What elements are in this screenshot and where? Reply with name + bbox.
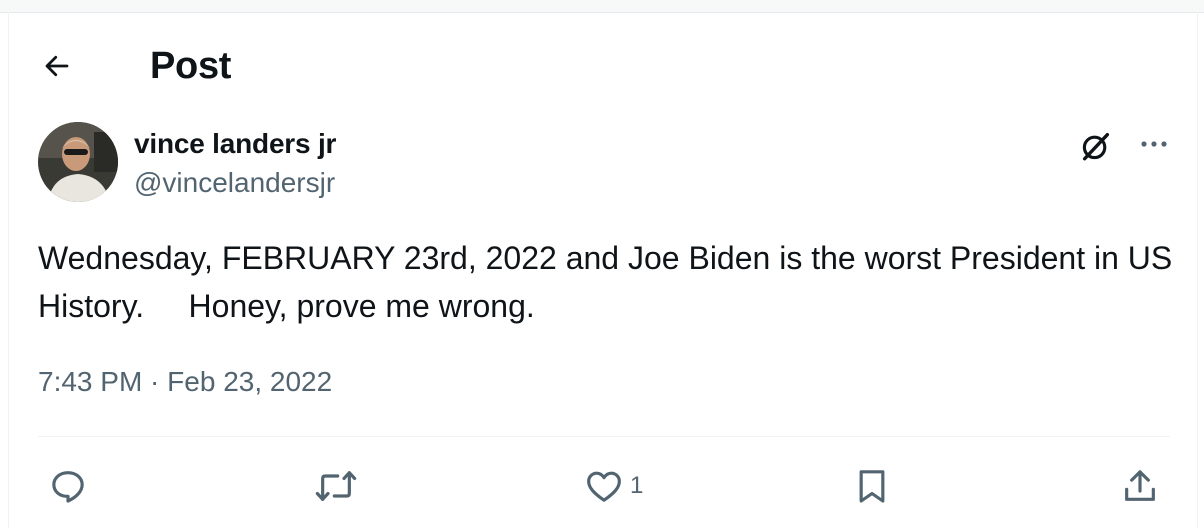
more-options-button[interactable] [1134, 124, 1174, 164]
repost-button[interactable] [314, 464, 358, 508]
meta-separator: · [142, 366, 168, 397]
divider [38, 436, 1170, 437]
grok-icon [1082, 132, 1110, 161]
more-dots-icon [1141, 141, 1167, 147]
avatar[interactable] [38, 122, 118, 202]
heart-icon [587, 471, 621, 502]
repost-icon [315, 471, 357, 501]
post-text: Wednesday, FEBRUARY 23rd, 2022 and Joe B… [38, 240, 1182, 324]
bookmark-button[interactable] [852, 464, 892, 508]
grok-button[interactable] [1076, 126, 1116, 166]
post-date[interactable]: Feb 23, 2022 [167, 366, 332, 397]
back-arrow-icon [45, 55, 69, 77]
avatar-image [38, 122, 118, 202]
post-timestamp: 7:43 PM · Feb 23, 2022 [38, 364, 332, 400]
reply-button[interactable] [48, 464, 88, 508]
post-time[interactable]: 7:43 PM [38, 366, 142, 397]
back-button[interactable] [34, 46, 80, 86]
like-button[interactable]: 1 [584, 464, 643, 508]
bookmark-icon [859, 470, 885, 503]
author-handle[interactable]: @vincelandersjr [134, 166, 335, 200]
author-name[interactable]: vince landers jr [134, 127, 336, 161]
page-title: Post [150, 45, 232, 87]
reply-icon [52, 471, 84, 503]
share-icon [1125, 470, 1155, 501]
like-count: 1 [630, 472, 644, 499]
share-button[interactable] [1120, 464, 1160, 508]
